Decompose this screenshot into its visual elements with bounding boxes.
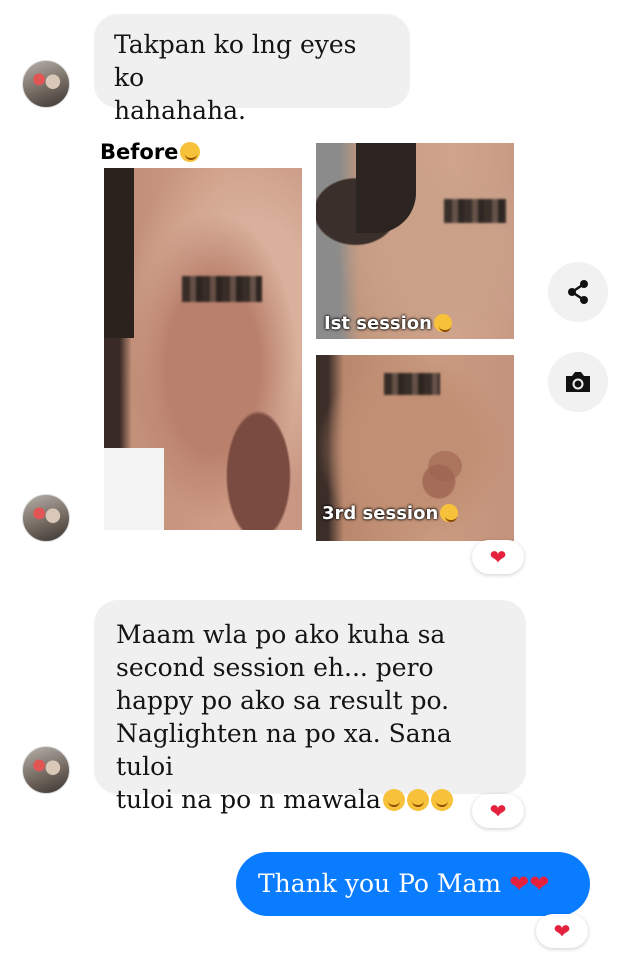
- smile-emoji-icon: [430, 789, 453, 811]
- heart-emoji-icon: ❤: [529, 870, 550, 898]
- shush-emoji-icon: [433, 314, 452, 332]
- camera-icon: [566, 372, 590, 392]
- incoming-message-bubble[interactable]: Takpan ko lng eyes ko hahahaha.: [94, 14, 410, 125]
- contact-avatar[interactable]: [22, 494, 70, 542]
- share-icon: [568, 280, 588, 304]
- smile-emoji-icon: [440, 504, 459, 522]
- smile-emoji-icon: [382, 789, 405, 811]
- hair: [356, 143, 416, 233]
- contact-avatar[interactable]: [22, 60, 70, 108]
- smile-emoji-icon: [406, 789, 429, 811]
- sad-emoji-icon: [180, 142, 201, 162]
- share-button[interactable]: [548, 262, 608, 322]
- heart-icon: ❤: [489, 799, 507, 823]
- nose-shadow: [428, 451, 462, 481]
- heart-icon: ❤: [553, 919, 571, 943]
- incoming-message-bubble[interactable]: Maam wla po ako kuha sa second session e…: [94, 600, 526, 814]
- message-text: Thank you Po Mam: [258, 869, 502, 898]
- eye-censor-blur: [384, 373, 440, 395]
- eye-censor-blur: [444, 199, 506, 223]
- before-label: Before: [100, 140, 201, 164]
- outgoing-message-bubble[interactable]: Thank you Po Mam ❤❤: [236, 852, 590, 916]
- contact-avatar[interactable]: [22, 746, 70, 794]
- first-session-photo[interactable]: Ist session: [316, 143, 514, 339]
- eye-censor-blur: [182, 276, 262, 302]
- message-text: Takpan ko lng eyes ko hahahaha.: [114, 30, 357, 125]
- first-session-label: Ist session: [324, 313, 452, 334]
- shirt: [104, 448, 164, 530]
- third-session-label: 3rd session: [322, 503, 459, 524]
- third-session-photo[interactable]: 3rd session: [316, 355, 514, 541]
- message-text: Maam wla po ako kuha sa second session e…: [116, 620, 453, 814]
- hair: [104, 168, 134, 338]
- before-photo[interactable]: [104, 168, 302, 530]
- heart-reaction[interactable]: ❤: [472, 540, 524, 574]
- heart-emoji-icon: ❤: [509, 870, 530, 898]
- camera-button[interactable]: [548, 352, 608, 412]
- heart-icon: ❤: [489, 545, 507, 569]
- heart-reaction[interactable]: ❤: [536, 914, 588, 948]
- heart-reaction[interactable]: ❤: [472, 794, 524, 828]
